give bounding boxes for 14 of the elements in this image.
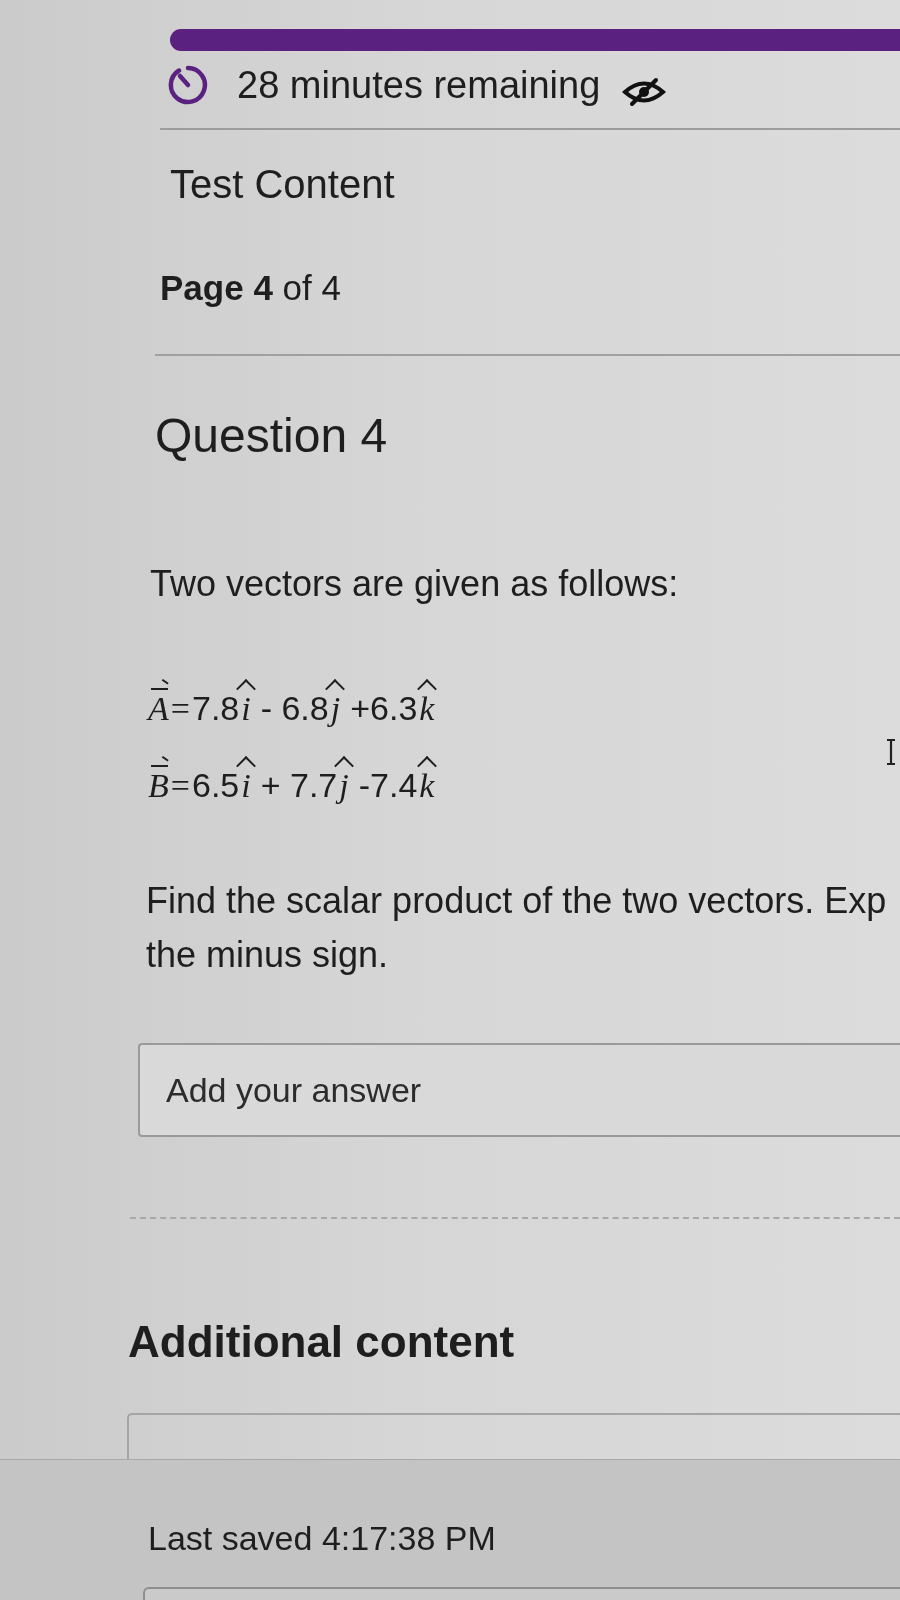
page-indicator: Page 4 of 4 bbox=[160, 267, 341, 309]
answer-field[interactable]: Add your answer bbox=[138, 1043, 900, 1137]
timer-icon bbox=[167, 64, 209, 106]
additional-content-heading: Additional content bbox=[128, 1316, 515, 1368]
question-title: Question 4 bbox=[155, 408, 388, 464]
question-prompt: Find the scalar product of the two vectors. Exp the minus sign. bbox=[146, 879, 887, 977]
text-cursor-icon bbox=[885, 738, 897, 766]
last-saved-status: Last saved 4:17:38 PM bbox=[148, 1518, 496, 1559]
question-text: Two vectors are given as follows: bbox=[150, 562, 679, 606]
vector-equation: A=7.8i - 6.8j +6.3k bbox=[148, 670, 437, 747]
eye-slash-icon[interactable] bbox=[622, 77, 667, 107]
time-remaining: 28 minutes remaining bbox=[237, 63, 601, 108]
vector-equation: B=6.5i + 7.7j -7.4k bbox=[148, 747, 437, 824]
section-title: Test Content bbox=[170, 161, 395, 208]
